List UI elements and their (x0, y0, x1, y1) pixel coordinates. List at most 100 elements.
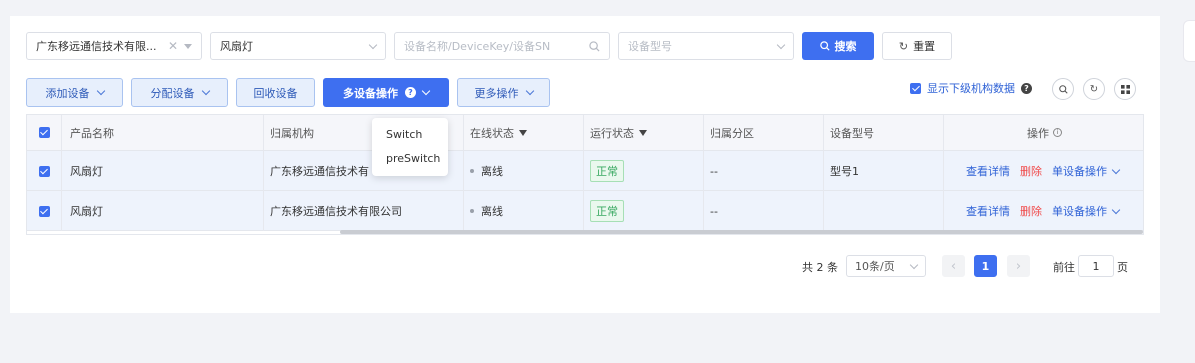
header-label: 归属分区 (710, 126, 754, 140)
filter-icon[interactable] (639, 129, 647, 136)
online-status: 离线 (481, 165, 503, 178)
checkbox-checked-icon[interactable] (38, 165, 50, 177)
org-name: 广东移远通信技术有 (270, 165, 369, 178)
header-run-status[interactable]: 运行状态 (584, 115, 704, 151)
info-icon: i (1053, 128, 1062, 137)
header-label: 产品名称 (70, 126, 114, 140)
column-search-button[interactable] (1052, 78, 1074, 100)
checkbox-checked-icon[interactable] (38, 127, 50, 138)
filter-icon[interactable] (519, 129, 527, 136)
cell-product: 风扇灯 (62, 191, 264, 231)
cell-model (824, 191, 944, 231)
chevron-down-icon (96, 86, 105, 96)
cell-actions: 查看详情 删除 单设备操作 (944, 151, 1143, 191)
view-detail-link[interactable]: 查看详情 (966, 163, 1010, 179)
cell-zone: -- (704, 151, 824, 191)
recycle-device-button[interactable]: 回收设备 (236, 78, 315, 107)
view-detail-link[interactable]: 查看详情 (966, 203, 1010, 219)
product-select[interactable]: 风扇灯 (210, 32, 386, 60)
header-label: 操作 (1027, 126, 1049, 140)
chevron-down-icon (525, 86, 534, 96)
add-device-button[interactable]: 添加设备 (26, 78, 123, 107)
cell-org: 广东移远通信技术有限公司 (264, 191, 464, 231)
checkbox-checked-icon[interactable] (38, 205, 50, 217)
org-name: 广东移远通信技术有限公司 (270, 205, 402, 218)
search-input[interactable]: 设备名称/DeviceKey/设备SN (394, 32, 610, 60)
chevron-down-icon (421, 86, 431, 96)
page-1-button[interactable]: 1 (974, 255, 997, 277)
single-device-op-link[interactable]: 单设备操作 (1052, 203, 1121, 219)
side-panel-tab[interactable] (1183, 20, 1195, 62)
cell-run-status: 正常 (584, 191, 704, 231)
goto-label: 前往 (1053, 261, 1075, 274)
delete-link[interactable]: 删除 (1020, 203, 1042, 219)
single-device-op-label: 单设备操作 (1052, 165, 1107, 178)
zone: -- (710, 164, 718, 178)
clear-icon[interactable]: ✕ (168, 39, 178, 53)
search-button[interactable]: 搜索 (802, 32, 874, 60)
refresh-button[interactable]: ↻ (1083, 78, 1105, 100)
search-icon (589, 40, 600, 52)
device-table: 产品名称 归属机构 在线状态 运行状态 归属分区 设备型号 操作 i 风扇灯 广… (26, 114, 1144, 235)
page-size-select[interactable]: 10条/页 (846, 255, 926, 277)
search-button-label: 搜索 (834, 40, 857, 53)
status-dot (470, 209, 474, 213)
header-label: 在线状态 (470, 126, 514, 140)
cell-run-status: 正常 (584, 151, 704, 191)
goto-page-input[interactable]: 1 (1078, 255, 1114, 277)
refresh-icon: ↻ (1089, 83, 1099, 95)
header-actions: 操作 i (944, 115, 1143, 151)
horizontal-scrollbar[interactable] (340, 230, 1143, 234)
goto-page-value: 1 (1092, 259, 1100, 273)
grid-view-button[interactable] (1114, 78, 1136, 100)
checkbox-checked-icon[interactable] (910, 82, 921, 94)
next-page-button[interactable]: › (1007, 255, 1030, 277)
chevron-down-icon (1111, 165, 1121, 174)
row-checkbox[interactable] (27, 191, 62, 231)
menu-item-switch[interactable]: Switch (386, 128, 422, 141)
question-icon: ? (1021, 82, 1032, 94)
more-ops-button[interactable]: 更多操作 (457, 78, 550, 107)
org-select-value: 广东移远通信技术有限... (36, 40, 157, 53)
reset-button-label: 重置 (913, 40, 936, 53)
header-zone: 归属分区 (704, 115, 824, 151)
online-status: 离线 (481, 205, 503, 218)
assign-device-button[interactable]: 分配设备 (131, 78, 228, 107)
chevron-right-icon: › (1015, 258, 1022, 274)
status-dot (470, 169, 474, 173)
cell-online-status: 离线 (464, 191, 584, 231)
prev-page-button[interactable]: ‹ (942, 255, 965, 277)
chevron-down-icon (201, 86, 210, 96)
menu-item-preswitch[interactable]: preSwitch (386, 152, 440, 165)
header-online-status[interactable]: 在线状态 (464, 115, 584, 151)
status-badge: 正常 (590, 200, 624, 222)
cell-product: 风扇灯 (62, 151, 264, 191)
show-sub-org-checkbox[interactable]: 显示下级机构数据 ? (910, 80, 1032, 96)
reset-button[interactable]: ↻ 重置 (882, 32, 952, 60)
more-ops-label: 更多操作 (474, 86, 519, 100)
cell-model: 型号1 (824, 151, 944, 191)
single-device-op-link[interactable]: 单设备操作 (1052, 163, 1121, 179)
cell-online-status: 离线 (464, 151, 584, 191)
search-icon (1058, 84, 1068, 94)
show-sub-org-label: 显示下级机构数据 (927, 82, 1015, 95)
caret-down-icon (184, 43, 192, 49)
header-model: 设备型号 (824, 115, 944, 151)
row-checkbox[interactable] (27, 151, 62, 191)
org-select[interactable]: 广东移远通信技术有限... ✕ (26, 32, 202, 60)
chevron-down-icon (368, 40, 378, 49)
refresh-icon: ↻ (898, 39, 909, 53)
table-row[interactable]: 风扇灯 广东移远通信技术有限公司 离线 正常 -- 查看详情 删除 单设备操作 (27, 191, 1143, 231)
table-row[interactable]: 风扇灯 广东移远通信技术有 离线 正常 -- 型号1 查看详情 删除 单设备操作 (27, 151, 1143, 191)
chevron-down-icon (909, 260, 919, 269)
multi-device-op-button[interactable]: 多设备操作 ? (323, 78, 449, 107)
delete-link[interactable]: 删除 (1020, 163, 1042, 179)
model-select[interactable]: 设备型号 (618, 32, 794, 60)
search-icon (819, 41, 830, 51)
header-label: 运行状态 (590, 126, 634, 140)
header-product-name: 产品名称 (62, 115, 264, 151)
cell-actions: 查看详情 删除 单设备操作 (944, 191, 1143, 231)
product-name: 风扇灯 (70, 165, 103, 178)
select-all-checkbox[interactable] (27, 115, 62, 151)
single-device-op-label: 单设备操作 (1052, 205, 1107, 218)
